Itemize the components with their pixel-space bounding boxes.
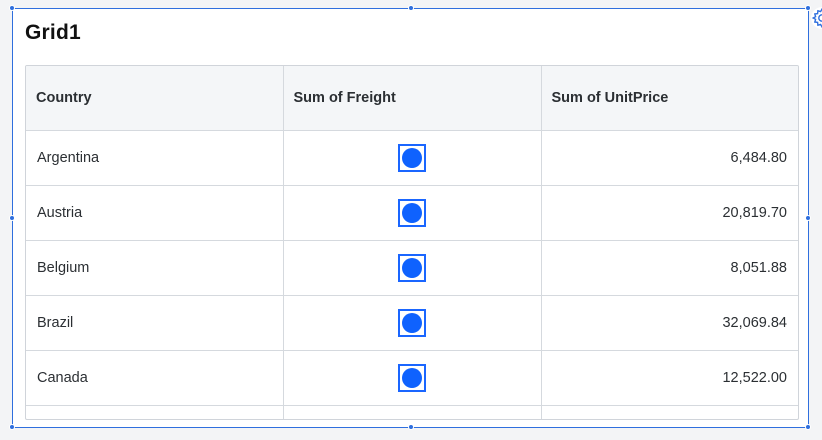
grid-widget[interactable]: Grid1 Country Sum of Freight Sum of Unit… xyxy=(9,5,822,430)
table-row-partial xyxy=(26,405,798,419)
country-cell: Argentina xyxy=(26,130,284,186)
unitprice-cell: 12,522.00 xyxy=(541,350,798,406)
freight-cell xyxy=(283,185,542,241)
unitprice-cell: 6,484.80 xyxy=(541,130,798,186)
table-row[interactable]: Brazil 32,069.84 xyxy=(26,295,798,351)
unitprice-cell: 32,069.84 xyxy=(541,295,798,351)
column-header-country[interactable]: Country xyxy=(26,66,284,131)
circle-marker-icon xyxy=(398,418,426,419)
unitprice-cell: 20,819.70 xyxy=(541,185,798,241)
designer-canvas: Grid1 Country Sum of Freight Sum of Unit… xyxy=(0,0,822,440)
resize-handle-top-left[interactable] xyxy=(9,5,15,11)
country-cell: Austria xyxy=(26,185,284,241)
circle-marker-icon xyxy=(398,253,426,282)
resize-handle-bottom-right[interactable] xyxy=(805,424,811,430)
table-row[interactable]: Canada 12,522.00 xyxy=(26,350,798,406)
column-header-sum-of-freight[interactable]: Sum of Freight xyxy=(283,66,542,131)
gear-icon[interactable] xyxy=(811,7,822,29)
table-row[interactable]: Belgium 8,051.88 xyxy=(26,240,798,296)
freight-cell xyxy=(283,130,542,186)
resize-handle-top[interactable] xyxy=(408,5,414,11)
circle-marker-icon xyxy=(398,308,426,337)
column-header-sum-of-unitprice[interactable]: Sum of UnitPrice xyxy=(541,66,798,131)
country-cell xyxy=(26,405,284,419)
table-row[interactable]: Austria 20,819.70 xyxy=(26,185,798,241)
freight-cell xyxy=(283,405,542,419)
circle-marker-icon xyxy=(398,143,426,172)
resize-handle-left[interactable] xyxy=(9,215,15,221)
header-row: Country Sum of Freight Sum of UnitPrice xyxy=(26,66,798,131)
freight-cell xyxy=(283,350,542,406)
unitprice-cell xyxy=(541,405,798,419)
country-cell: Brazil xyxy=(26,295,284,351)
country-cell: Belgium xyxy=(26,240,284,296)
circle-marker-icon xyxy=(398,363,426,392)
unitprice-cell: 8,051.88 xyxy=(541,240,798,296)
widget-title: Grid1 xyxy=(25,21,81,44)
table-row[interactable]: Argentina 6,484.80 xyxy=(26,130,798,186)
resize-handle-bottom[interactable] xyxy=(408,424,414,430)
freight-cell xyxy=(283,240,542,296)
country-cell: Canada xyxy=(26,350,284,406)
freight-cell xyxy=(283,295,542,351)
resize-handle-right[interactable] xyxy=(805,215,811,221)
resize-handle-bottom-left[interactable] xyxy=(9,424,15,430)
data-grid: Country Sum of Freight Sum of UnitPrice … xyxy=(25,65,799,420)
circle-marker-icon xyxy=(398,198,426,227)
